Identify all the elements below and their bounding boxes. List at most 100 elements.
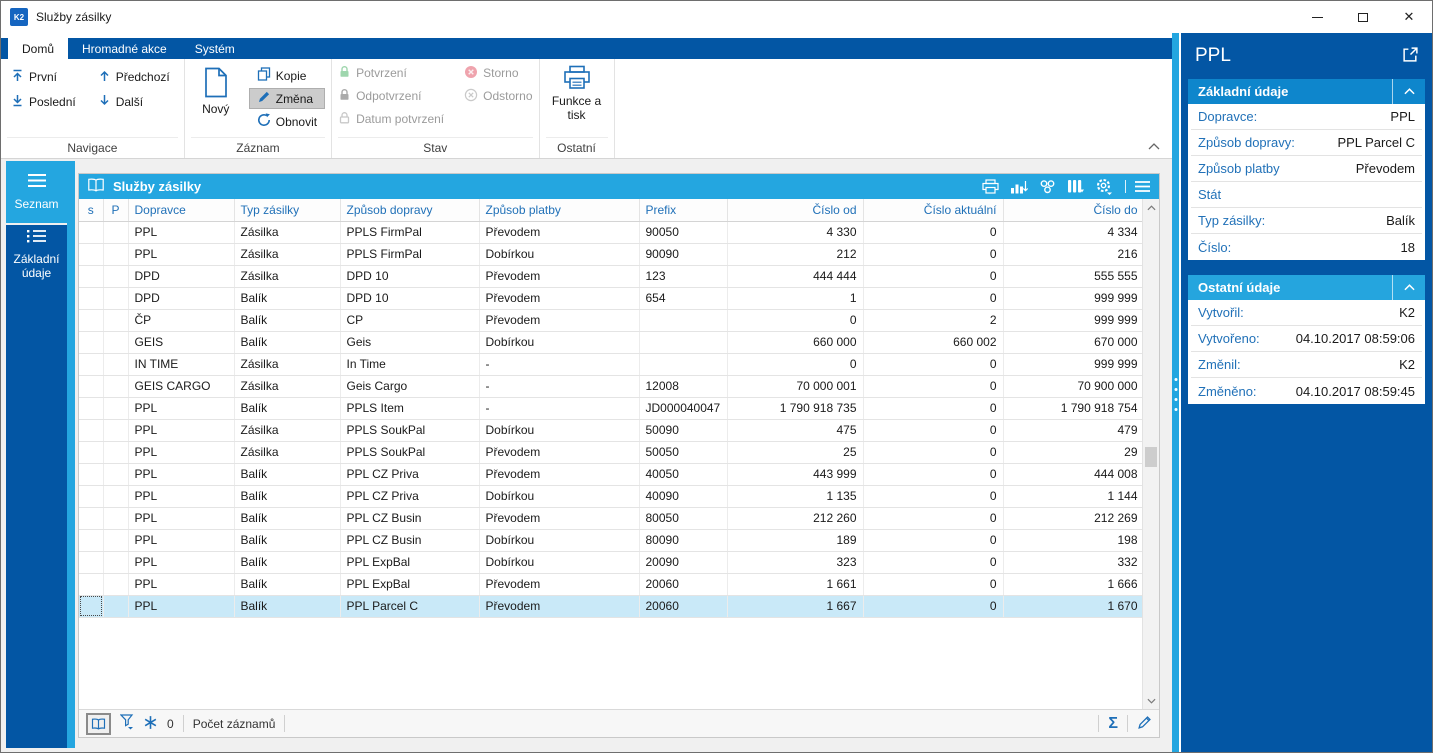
cell[interactable]: PPL — [128, 595, 235, 618]
section-header[interactable]: Základní údaje — [1188, 79, 1425, 104]
cell[interactable]: 1 790 918 754 — [1003, 397, 1145, 420]
cell[interactable] — [103, 441, 129, 464]
functions-print-button[interactable]: Funkce a tisk — [546, 59, 608, 137]
cell[interactable]: Převodem — [479, 463, 640, 486]
cell[interactable]: Balík — [234, 331, 341, 354]
cell[interactable]: Zásilka — [234, 243, 341, 266]
open-external-icon[interactable] — [1402, 46, 1419, 66]
cell[interactable] — [103, 397, 129, 420]
minimize-button[interactable] — [1294, 1, 1340, 33]
field-row[interactable]: Změnil: K2 — [1191, 352, 1422, 378]
cell[interactable] — [79, 529, 104, 552]
cell[interactable]: 4 334 — [1003, 221, 1145, 244]
cell[interactable]: PPL CZ Busin — [340, 529, 480, 552]
table-row[interactable]: PPL Balík PPL ExpBal Dobírkou 20090 323 0 332 — [79, 551, 1145, 574]
cell[interactable] — [103, 529, 129, 552]
column-header[interactable]: Způsob platby — [479, 199, 640, 222]
cell[interactable]: 443 999 — [727, 463, 864, 486]
scroll-up-icon[interactable] — [1143, 199, 1159, 216]
field-row[interactable]: Dopravce: PPL — [1191, 104, 1422, 130]
cell[interactable]: 660 000 — [727, 331, 864, 354]
cell[interactable]: 25 — [727, 441, 864, 464]
cell[interactable]: Zásilka — [234, 265, 341, 288]
collapse-chevron-icon[interactable] — [1392, 275, 1425, 300]
change-button[interactable]: Změna — [248, 88, 326, 109]
cell[interactable]: PPLS FirmPal — [340, 221, 480, 244]
cell[interactable]: PPLS Item — [340, 397, 480, 420]
cell[interactable]: PPL ExpBal — [340, 551, 480, 574]
table-row[interactable]: PPL Zásilka PPLS SoukPal Převodem 50050 25 0 29 — [79, 441, 1145, 464]
cell[interactable]: Dobírkou — [479, 243, 640, 266]
cell[interactable]: JD000040047 — [639, 397, 728, 420]
field-row[interactable]: Způsob platby Převodem — [1191, 156, 1422, 182]
cell[interactable]: ČP — [128, 309, 235, 332]
cell[interactable]: PPLS SoukPal — [340, 419, 480, 442]
cell[interactable]: 670 000 — [1003, 331, 1145, 354]
cell[interactable]: 212 260 — [727, 507, 864, 530]
cell[interactable]: PPL — [128, 551, 235, 574]
table-row[interactable]: PPL Zásilka PPLS SoukPal Dobírkou 50090 475 0 4… — [79, 419, 1145, 442]
cell[interactable] — [79, 595, 104, 618]
cell[interactable]: 20060 — [639, 595, 728, 618]
cell[interactable]: 20090 — [639, 551, 728, 574]
cell[interactable] — [103, 265, 129, 288]
field-row[interactable]: Změněno: 04.10.2017 08:59:45 — [1191, 378, 1422, 404]
cell[interactable]: 70 900 000 — [1003, 375, 1145, 398]
copy-button[interactable]: Kopie — [249, 65, 325, 86]
collapse-ribbon-button[interactable] — [1148, 139, 1160, 153]
table-row[interactable]: DPD Balík DPD 10 Převodem 654 1 0 999 999 — [79, 287, 1145, 310]
table-row[interactable]: GEIS Balík Geis Dobírkou 660 000 660 002 670 0… — [79, 331, 1145, 354]
cell[interactable] — [79, 485, 104, 508]
previous-button[interactable]: Předchozí — [98, 69, 170, 85]
table-row[interactable]: PPL Balík PPL CZ Busin Převodem 80050 212 260… — [79, 507, 1145, 530]
cell[interactable]: Dobírkou — [479, 551, 640, 574]
cell[interactable]: Balík — [234, 507, 341, 530]
column-header[interactable]: Číslo od — [727, 199, 864, 222]
column-header[interactable]: Číslo do — [1003, 199, 1145, 222]
cell[interactable]: Dobírkou — [479, 419, 640, 442]
scrollbar-thumb[interactable] — [1145, 447, 1157, 467]
cell[interactable]: Balík — [234, 397, 341, 420]
cell[interactable]: 212 — [727, 243, 864, 266]
cell[interactable] — [103, 507, 129, 530]
cell[interactable] — [79, 551, 104, 574]
cell[interactable] — [639, 309, 728, 332]
cell[interactable]: PPLS FirmPal — [340, 243, 480, 266]
cell[interactable]: 198 — [1003, 529, 1145, 552]
relations-icon[interactable] — [1039, 179, 1056, 194]
cell[interactable]: 1 666 — [1003, 573, 1145, 596]
field-row[interactable]: Vytvořil: K2 — [1191, 300, 1422, 326]
tab-system[interactable]: Systém — [181, 38, 249, 59]
cell[interactable]: - — [479, 397, 640, 420]
table-menu-icon[interactable] — [1125, 180, 1151, 193]
cell[interactable]: 123 — [639, 265, 728, 288]
cell[interactable]: 216 — [1003, 243, 1145, 266]
cell[interactable]: 0 — [863, 485, 1004, 508]
cell[interactable] — [639, 353, 728, 376]
next-button[interactable]: Další — [98, 94, 170, 110]
columns-icon[interactable] — [1067, 179, 1084, 194]
column-header[interactable]: s — [79, 199, 104, 222]
field-row[interactable]: Číslo: 18 — [1191, 234, 1422, 260]
cell[interactable]: 70 000 001 — [727, 375, 864, 398]
cell[interactable]: Převodem — [479, 573, 640, 596]
table-row[interactable]: PPL Balík PPL CZ Busin Dobírkou 80090 189 0 198 — [79, 529, 1145, 552]
cell[interactable]: DPD 10 — [340, 287, 480, 310]
cell[interactable]: 0 — [863, 507, 1004, 530]
cell[interactable]: Zásilka — [234, 221, 341, 244]
cell[interactable]: 0 — [863, 397, 1004, 420]
cell[interactable]: 40050 — [639, 463, 728, 486]
cell[interactable]: 29 — [1003, 441, 1145, 464]
cell[interactable]: 80050 — [639, 507, 728, 530]
cell[interactable]: Převodem — [479, 287, 640, 310]
table-row[interactable]: IN TIME Zásilka In Time -0 0 999 999 — [79, 353, 1145, 376]
cell[interactable]: 1 144 — [1003, 485, 1145, 508]
cell[interactable]: 212 269 — [1003, 507, 1145, 530]
cell[interactable]: 0 — [863, 463, 1004, 486]
cell[interactable]: Zásilka — [234, 353, 341, 376]
cell[interactable]: 0 — [863, 595, 1004, 618]
table-row[interactable]: PPL Balík PPL Parcel C Převodem 20060 1 667 0 1… — [79, 595, 1145, 618]
cell[interactable] — [103, 375, 129, 398]
cell[interactable]: Převodem — [479, 265, 640, 288]
cell[interactable]: Převodem — [479, 309, 640, 332]
